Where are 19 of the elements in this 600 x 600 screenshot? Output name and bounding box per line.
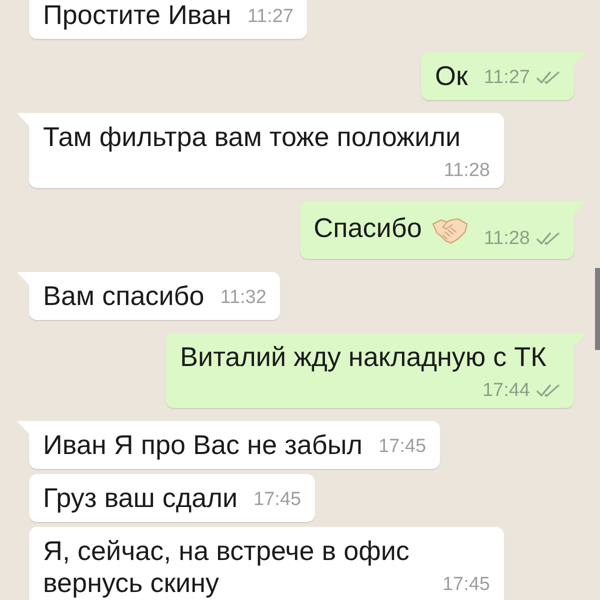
message-text: Виталий жду накладную с ТК	[180, 342, 546, 372]
message-text: Там фильтра вам тоже положили	[43, 122, 461, 152]
message-text: Вам спасибо	[43, 281, 204, 311]
message-time: 11:32	[220, 288, 266, 307]
message-time: 11:28	[484, 229, 530, 248]
message-text: Иван Я про Вас не забыл	[43, 430, 363, 460]
message-time: 17:45	[378, 437, 426, 456]
message-text: Я, сейчас, на встрече в офис вернусь скину	[43, 536, 410, 598]
message-text: Спасибо	[314, 213, 422, 244]
message-time: 17:45	[254, 490, 302, 509]
message-text: Груз ваш сдали	[43, 483, 238, 513]
message-time: 17:45	[442, 575, 490, 594]
message-text: Ок	[435, 61, 468, 91]
message-time: 11:27	[247, 7, 294, 26]
scroll-bar[interactable]	[595, 268, 600, 350]
message-time: 17:44	[482, 381, 530, 400]
message-time: 11:27	[484, 68, 530, 87]
message-time: 11:28	[444, 161, 490, 180]
message-text: Простите Иван	[43, 0, 232, 30]
